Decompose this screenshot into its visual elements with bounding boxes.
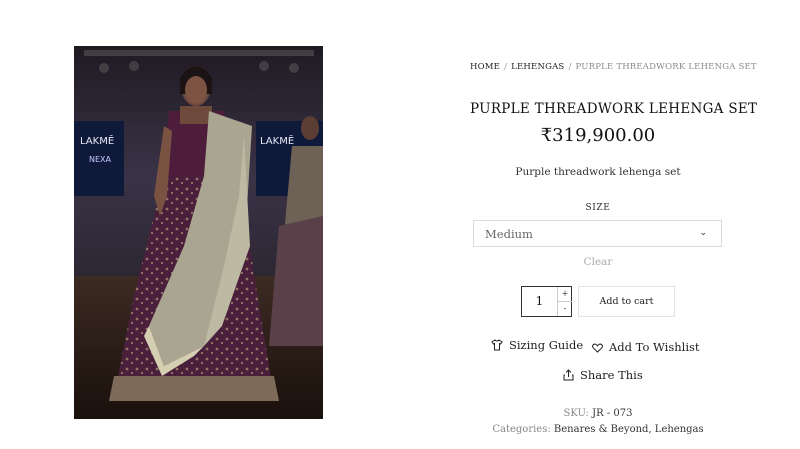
product-image[interactable]: LAKMĒ NEXA LAKMĒ: [74, 46, 323, 419]
chevron-down-icon: ⌄: [699, 228, 707, 238]
quantity-decrease-button[interactable]: -: [557, 302, 572, 316]
quantity-input[interactable]: 1: [522, 294, 557, 308]
add-to-wishlist-link[interactable]: Add To Wishlist: [592, 340, 700, 356]
breadcrumb-separator: /: [504, 62, 508, 72]
add-to-cart-button[interactable]: Add to cart: [578, 286, 675, 317]
wishlist-label: Add To Wishlist: [609, 340, 700, 354]
sizing-guide-link[interactable]: Sizing Guide: [491, 338, 583, 354]
heart-icon: [592, 342, 603, 356]
breadcrumb-category[interactable]: LEHENGAS: [511, 62, 564, 72]
backdrop-brand-left: LAKMĒ: [80, 134, 114, 147]
breadcrumb-separator: /: [568, 62, 572, 72]
breadcrumb-current: PURPLE THREADWORK LEHENGA SET: [575, 62, 757, 72]
product-price: ₹319,900.00: [540, 125, 656, 146]
share-link[interactable]: Share This: [563, 368, 643, 384]
share-icon: [563, 369, 574, 384]
share-label: Share This: [580, 368, 643, 382]
size-select-value: Medium: [485, 227, 533, 241]
categories-label: Categories:: [492, 424, 551, 435]
runway-photo: LAKMĒ NEXA LAKMĒ: [74, 46, 323, 419]
sku-value: JR - 073: [592, 408, 633, 419]
breadcrumb-home[interactable]: HOME: [470, 62, 500, 72]
product-title: PURPLE THREADWORK LEHENGA SET: [470, 101, 758, 117]
product-summary: HOME / LEHENGAS / PURPLE THREADWORK LEHENGA …: [470, 0, 758, 449]
categories-line: Categories: Benares & Beyond, Lehengas: [470, 424, 726, 435]
backdrop-brand-right: LAKMĒ: [260, 134, 294, 147]
sku-line: SKU: JR - 073: [470, 408, 726, 419]
breadcrumb: HOME / LEHENGAS / PURPLE THREADWORK LEHENGA …: [470, 62, 757, 72]
clear-selection-link[interactable]: Clear: [470, 256, 726, 268]
product-description: Purple threadwork lehenga set: [515, 166, 681, 178]
size-select[interactable]: Medium ⌄: [473, 220, 722, 247]
size-label: SIZE: [585, 203, 611, 213]
quantity-stepper[interactable]: 1 + -: [521, 286, 572, 317]
sizing-guide-label: Sizing Guide: [509, 338, 584, 352]
categories-value[interactable]: Benares & Beyond, Lehengas: [554, 424, 704, 435]
backdrop-sub-left: NEXA: [89, 155, 112, 164]
sku-label: SKU:: [563, 408, 589, 419]
quantity-increase-button[interactable]: +: [557, 287, 572, 302]
tshirt-icon: [491, 339, 503, 354]
